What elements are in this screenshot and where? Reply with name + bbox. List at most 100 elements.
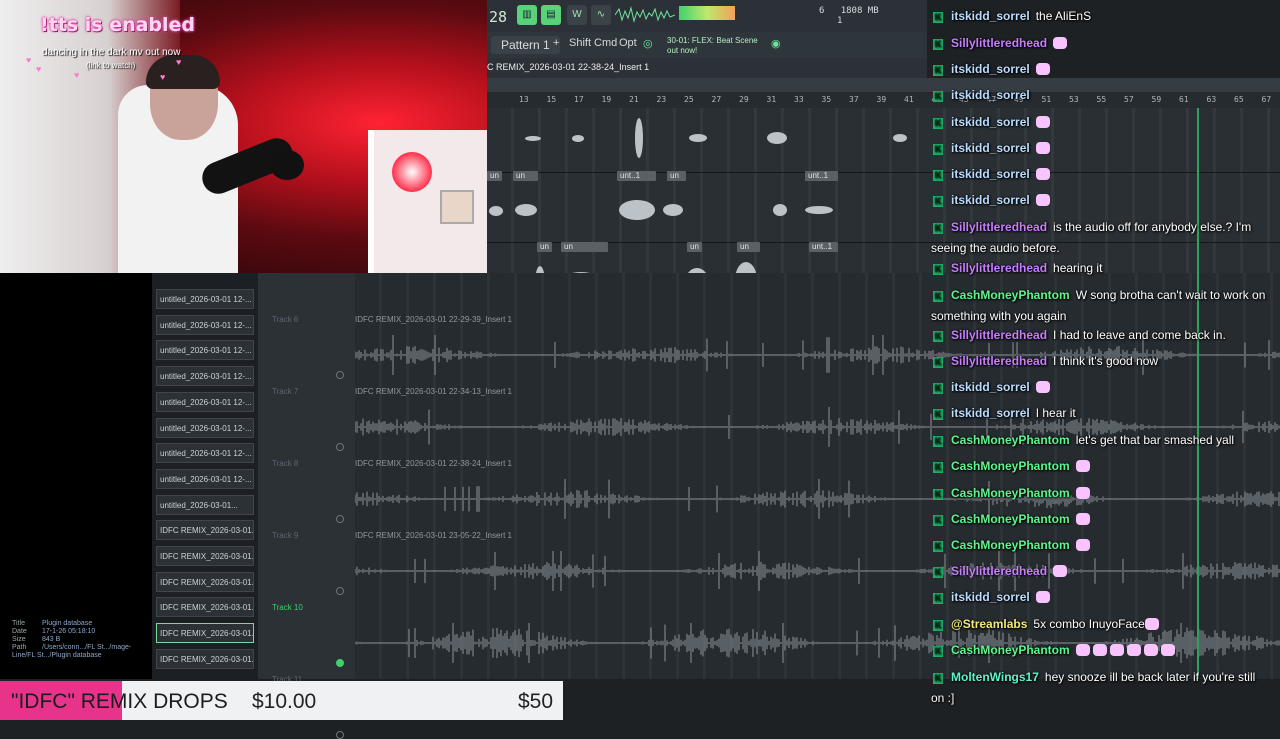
pattern-mode-icon[interactable]: ▥ [517,5,537,25]
chat-badge-icon: K [933,515,943,526]
chat-username: Sillylittleredhead [951,328,1048,342]
daw-toolbar: 28 ▥ ▤ W ∿ 6 1808 MB 1 [487,0,927,32]
pattern-clip[interactable]: un [561,242,608,252]
file-item[interactable]: untitled_2026-03-01 12-... [156,391,254,412]
track-mute-dot[interactable] [336,515,344,523]
chat-badge-icon: K [933,409,943,420]
track-label[interactable]: Track 10 [272,603,303,612]
ruler-tick: 13 [519,95,529,104]
ruler-tick: 35 [821,95,832,104]
news-icon[interactable]: ◎ [643,37,653,50]
chat-username: CashMoneyPhantom [951,643,1070,657]
pattern-clip[interactable]: un [667,171,686,181]
pattern-clip[interactable]: un [737,242,760,252]
audio-blob [689,134,707,142]
file-item[interactable]: IDFC REMIX_2026-03-01... [156,546,254,566]
chat-badge-icon: K [933,383,943,394]
chat-badge-icon: K [933,593,943,604]
track-header-column[interactable]: Track 6 Track 7 Track 8 Track 9 Track 10 Trac… [258,273,355,739]
file-item[interactable]: IDFC REMIX_2026-03-01... [156,520,254,541]
tempo-icon[interactable]: ∿ [591,5,611,25]
track-label[interactable]: Track 7 [272,387,298,396]
file-item[interactable]: untitled_2026-03-01 12-... [156,443,254,464]
audio-clip-title[interactable]: IDFC REMIX_2026-03-01 22-29-39_Insert 1 [355,315,512,324]
file-item[interactable]: untitled_2026-03-01... [156,494,254,515]
track-label[interactable]: Track 9 [272,531,298,540]
file-item[interactable]: IDFC REMIX_2026-03-01... [156,597,254,618]
song-mode-icon[interactable]: ▤ [541,5,561,25]
chat-message: K @Streamlabs 5x combo InuyoFace [931,614,1271,635]
donation-goal-bar: "IDFC" REMIX DROPS $10.00 $50 [0,681,563,720]
file-item[interactable]: untitled_2026-03-01 12-... [156,366,254,387]
chat-text: hearing it [1053,261,1103,275]
recent-files-list[interactable]: untitled_2026-03-01 12-... untitled_2026-… [152,273,258,679]
file-item[interactable]: untitled_2026-03-01 12-... [156,314,254,335]
chat-username: CashMoneyPhantom [951,459,1070,473]
chat-emote-icon [1035,116,1050,128]
audio-clip-title[interactable]: IDFC REMIX_2026-03-01 23-05-22_Insert 1 [355,531,512,540]
file-item[interactable]: untitled_2026-03-01 12-... [156,340,254,361]
audio-blob [489,206,503,216]
pattern-clip[interactable]: un [487,171,502,181]
ruler-tick: 15 [546,95,557,104]
playlist-header: C REMIX_2026-03-01 22-38-24_Insert 1 [487,58,927,78]
pattern-clip[interactable]: unt..1 [809,242,838,252]
track-mute-dot[interactable] [336,587,344,595]
cmd-button[interactable]: Cmd [594,37,617,49]
chat-emote-icon [1035,381,1050,393]
pattern-clip[interactable]: un [513,171,538,181]
heart-icon: ♥ [160,72,166,82]
chat-username: @Streamlabs [951,617,1028,631]
info-key: Title [12,620,25,627]
track-mute-dot[interactable] [336,659,344,667]
chat-username: CashMoneyPhantom [951,288,1070,302]
chat-emote-icon [1160,644,1175,656]
chat-message: K Sillylittleredhead hearing it [931,258,1271,279]
chat-message: Kitskidd_sorrel [931,164,1271,185]
file-item[interactable]: IDFC REMIX_2026-03-01... [156,623,254,644]
track-label[interactable]: Track 8 [272,459,298,468]
pattern-clip[interactable]: un [537,242,552,252]
chat-message: K Sillylittleredhead is the audio off for … [931,217,1271,259]
track-mute-dot[interactable] [336,443,344,451]
chat-username: CashMoneyPhantom [951,538,1070,552]
track-mute-dot[interactable] [336,371,344,379]
info-key: Date [12,628,27,635]
ruler-tick: 31 [766,95,777,104]
file-item[interactable]: untitled_2026-03-01 12-... [156,417,254,438]
chat-emote-icon [1144,618,1159,630]
goal-title: "IDFC" REMIX DROPS [11,690,228,713]
info-key: Size [12,636,26,643]
pattern-clip[interactable]: unt..1 [805,171,838,181]
add-pattern-button[interactable]: + [553,37,559,49]
file-item[interactable]: IDFC REMIX_2026-03-01... [156,648,254,669]
pattern-clip[interactable]: un [687,242,702,252]
browser-panel[interactable] [0,273,152,679]
chat-message: K Sillylittleredhead [931,561,1271,582]
cpu-value: 6 [819,6,825,16]
audio-clip-title[interactable]: IDFC REMIX_2026-03-01 22-38-24_Insert 1 [355,459,512,468]
audio-clip-title[interactable]: IDFC REMIX_2026-03-01 22-34-13_Insert 1 [355,387,512,396]
pattern-clip[interactable]: unt..1 [617,171,656,181]
pattern-selector[interactable]: Pattern 1 [491,36,560,54]
file-item[interactable]: untitled_2026-03-01 12-... [156,289,254,309]
chat-badge-icon: K [933,196,943,207]
file-item[interactable]: untitled_2026-03-01 12-... [156,468,254,489]
audio-blob [572,135,584,142]
chat-badge-icon: K [933,170,943,181]
chat-username: Sillylittleredhead [951,354,1048,368]
plugin-info-panel: Title Plugin database Date 17-1-26 05:18:1… [12,620,142,660]
chat-username: itskidd_sorrel [951,193,1030,207]
chat-badge-icon: K [933,620,943,631]
file-item[interactable]: IDFC REMIX_2026-03-01... [156,571,254,592]
chat-username: itskidd_sorrel [951,406,1030,420]
track-mute-dot[interactable] [336,731,344,739]
shift-button[interactable]: Shift [569,37,591,49]
news-ticker[interactable]: 30-01: FLEX: Beat Scene out now! [667,36,758,56]
master-volume-meter[interactable] [679,6,735,20]
opt-button[interactable]: Opt [619,37,637,49]
globe-icon[interactable]: ◉ [771,37,781,50]
playlist-breadcrumb[interactable]: C REMIX_2026-03-01 22-38-24_Insert 1 [487,62,649,72]
wait-icon[interactable]: W [567,5,587,25]
track-label[interactable]: Track 6 [272,315,298,324]
